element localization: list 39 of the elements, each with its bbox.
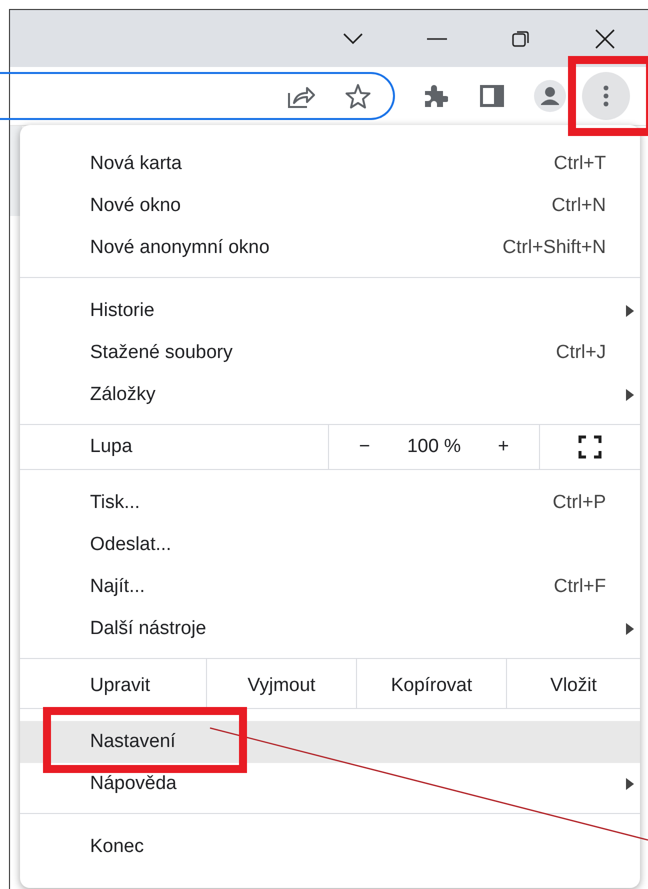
edit-action-button[interactable]: Vložit — [507, 659, 640, 708]
star-icon[interactable] — [345, 83, 371, 109]
menu-item[interactable]: Odeslat... — [20, 524, 640, 566]
shortcut-label: Ctrl+Shift+N — [502, 237, 606, 259]
menu-item[interactable]: Tisk... Ctrl+P — [20, 482, 640, 524]
zoom-level: 100 % — [407, 436, 461, 458]
menu-item[interactable]: Záložky — [20, 374, 640, 416]
zoom-in-button[interactable]: + — [494, 436, 513, 458]
avatar-icon[interactable] — [534, 80, 566, 112]
three-dots-icon — [603, 85, 609, 107]
shortcut-label: Ctrl+T — [554, 153, 606, 175]
menu-item[interactable]: Nastavení — [20, 721, 640, 763]
menu-item[interactable]: Najít... Ctrl+F — [20, 566, 640, 608]
menu-item[interactable]: Historie — [20, 290, 640, 332]
menu-item[interactable]: Nová karta Ctrl+T — [20, 143, 640, 185]
address-bar[interactable] — [0, 72, 395, 120]
side-panel-icon[interactable] — [480, 85, 504, 107]
submenu-arrow-icon — [626, 623, 634, 635]
submenu-arrow-icon — [626, 778, 634, 790]
menu-item[interactable]: Stažené soubory Ctrl+J — [20, 332, 640, 374]
zoom-out-button[interactable]: − — [355, 436, 374, 458]
minimize-icon — [427, 36, 447, 40]
shortcut-label: Ctrl+J — [556, 342, 606, 364]
shortcut-label: Ctrl+P — [552, 492, 606, 514]
submenu-arrow-icon — [626, 305, 634, 317]
menu-item[interactable]: Nápověda — [20, 763, 640, 805]
menu-button[interactable] — [582, 72, 630, 120]
puzzle-icon[interactable] — [422, 83, 448, 109]
menu-item[interactable]: Další nástroje — [20, 608, 640, 650]
fullscreen-icon — [578, 435, 602, 459]
menu-item[interactable]: Konec — [20, 826, 640, 868]
shortcut-label: Ctrl+N — [552, 195, 606, 217]
close-icon — [595, 28, 615, 48]
shortcut-label: Ctrl+F — [554, 576, 606, 598]
menu-item[interactable]: Nové okno Ctrl+N — [20, 185, 640, 227]
chevron-down-icon — [343, 32, 363, 44]
menu-item[interactable]: Nové anonymní okno Ctrl+Shift+N — [20, 227, 640, 269]
restore-icon — [512, 30, 530, 48]
submenu-arrow-icon — [626, 389, 634, 401]
